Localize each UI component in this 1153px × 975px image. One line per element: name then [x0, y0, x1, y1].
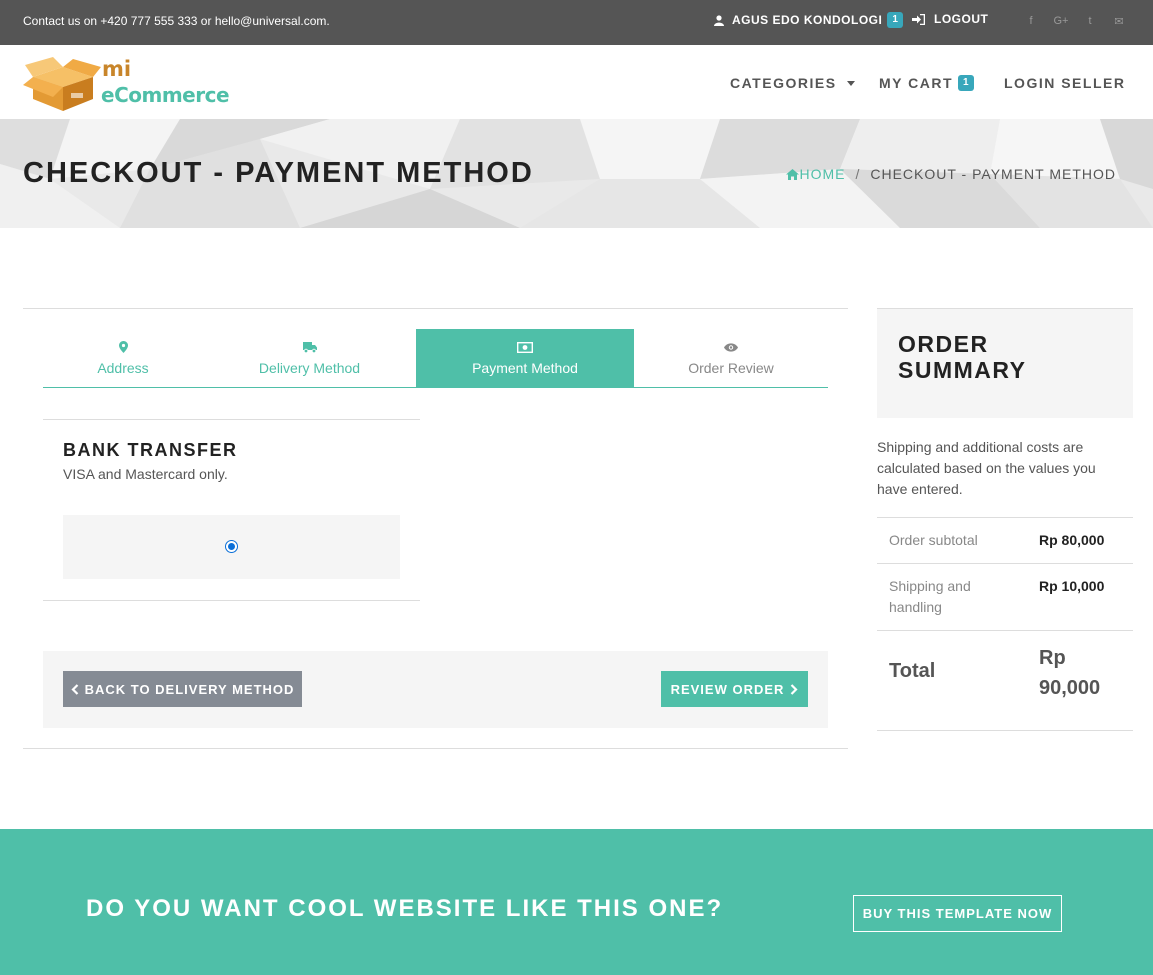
nav-login-seller-label[interactable]: LOGIN SELLER	[1004, 75, 1125, 91]
nav-cart-label[interactable]: MY CART	[879, 75, 953, 91]
summary-total-value: Rp 90,000	[1039, 647, 1101, 699]
envelope-icon[interactable]: ✉	[1113, 15, 1125, 29]
tab-delivery-label[interactable]: Delivery Method	[259, 360, 360, 376]
order-summary-header: ORDER SUMMARY	[877, 308, 1133, 418]
breadcrumb-current: CHECKOUT - PAYMENT METHOD	[870, 166, 1116, 182]
summary-subtotal-label: Order subtotal	[889, 532, 978, 548]
order-summary-table: Order subtotal Rp 80,000 Shipping and ha…	[877, 517, 1133, 731]
twitter-icon-glyph[interactable]: t	[1084, 15, 1096, 29]
logout-label[interactable]: LOGOUT	[934, 12, 988, 26]
nav-categories[interactable]: CATEGORIES	[730, 75, 855, 91]
tab-address-label[interactable]: Address	[97, 360, 148, 376]
site-logo[interactable]: mi eCommerce	[23, 57, 238, 112]
checkout-steps: Address Delivery Method Payment Method O…	[43, 329, 828, 388]
page-heading: CHECKOUT - PAYMENT METHOD HOME / CHECKOU…	[0, 119, 1153, 228]
order-summary-text: Shipping and additional costs are calcul…	[877, 439, 1096, 497]
nav-login-seller[interactable]: LOGIN SELLER	[1004, 75, 1125, 91]
summary-row-subtotal: Order subtotal Rp 80,000	[877, 517, 1133, 563]
logout-link[interactable]: LOGOUT	[912, 12, 988, 26]
summary-row-shipping: Shipping and handling Rp 10,000	[877, 563, 1133, 630]
caret-down-icon	[846, 80, 855, 86]
back-button-label[interactable]: BACK TO DELIVERY METHOD	[85, 682, 295, 697]
money-icon	[517, 340, 533, 354]
user-menu[interactable]: AGUS EDO KONDOLOGI 1	[714, 12, 904, 28]
tab-address[interactable]: Address	[43, 329, 203, 387]
payment-option-title: BANK TRANSFER	[63, 440, 238, 460]
breadcrumb: HOME / CHECKOUT - PAYMENT METHOD	[786, 166, 1116, 182]
envelope-icon-glyph[interactable]: ✉	[1113, 15, 1125, 29]
eye-icon	[724, 340, 738, 354]
logo-text-mi: mi	[102, 57, 132, 81]
summary-row-total: Total Rp 90,000	[877, 630, 1133, 731]
twitter-icon[interactable]: t	[1084, 15, 1096, 29]
home-icon	[786, 168, 800, 180]
back-to-delivery-button[interactable]: BACK TO DELIVERY METHOD	[63, 671, 302, 707]
payment-option-desc: VISA and Mastercard only.	[63, 466, 228, 482]
chevron-left-icon	[71, 683, 78, 695]
facebook-icon[interactable]: f	[1025, 15, 1037, 29]
chevron-right-icon	[791, 683, 798, 695]
payment-radio[interactable]	[225, 540, 238, 553]
review-button-label[interactable]: REVIEW ORDER	[671, 682, 785, 697]
promo-banner: DO YOU WANT COOL WEBSITE LIKE THIS ONE? …	[0, 829, 1153, 975]
user-badge: 1	[887, 12, 904, 28]
user-name[interactable]: AGUS EDO KONDOLOGI	[732, 13, 882, 27]
breadcrumb-home-label[interactable]: HOME	[799, 166, 845, 182]
tab-payment-method[interactable]: Payment Method	[416, 329, 634, 387]
tab-delivery-method[interactable]: Delivery Method	[203, 329, 416, 387]
page-title: CHECKOUT - PAYMENT METHOD	[23, 157, 534, 189]
payment-option-bank-transfer[interactable]: BANK TRANSFER VISA and Mastercard only.	[43, 419, 420, 601]
logo-text-ecommerce: eCommerce	[101, 83, 230, 107]
top-bar: Contact us on +420 777 555 333 or hello@…	[0, 0, 1153, 45]
main-navbar: mi eCommerce CATEGORIES MY CART 1 LOGIN …	[0, 45, 1153, 119]
buy-template-button[interactable]: BUY THIS TEMPLATE NOW	[853, 895, 1062, 932]
box-logo-icon	[23, 57, 101, 111]
user-icon	[714, 14, 724, 26]
google-plus-icon[interactable]: G+	[1053, 15, 1069, 29]
google-plus-icon-glyph[interactable]: G+	[1053, 15, 1069, 29]
truck-icon	[302, 340, 317, 354]
summary-shipping-value: Rp 10,000	[1039, 578, 1105, 594]
checkout-box-footer: BACK TO DELIVERY METHOD REVIEW ORDER	[43, 651, 828, 728]
breadcrumb-home[interactable]: HOME	[786, 166, 845, 182]
summary-total-label: Total	[889, 660, 936, 682]
promo-text: DO YOU WANT COOL WEBSITE LIKE THIS ONE?	[86, 895, 724, 922]
tab-review-label[interactable]: Order Review	[688, 360, 774, 376]
tab-order-review[interactable]: Order Review	[634, 329, 828, 387]
summary-shipping-label: Shipping and handling	[889, 578, 971, 615]
cart-badge: 1	[958, 75, 974, 91]
review-order-button[interactable]: REVIEW ORDER	[661, 671, 808, 707]
contact-info: Contact us on +420 777 555 333 or hello@…	[23, 14, 330, 28]
sign-in-icon	[912, 13, 925, 25]
summary-subtotal-value: Rp 80,000	[1039, 532, 1105, 548]
tab-payment-label[interactable]: Payment Method	[472, 360, 578, 376]
nav-my-cart[interactable]: MY CART 1	[879, 75, 974, 91]
order-summary-title: ORDER SUMMARY	[898, 331, 1027, 383]
payment-radio-area[interactable]	[63, 515, 400, 579]
breadcrumb-separator: /	[855, 166, 861, 182]
checkout-box: Address Delivery Method Payment Method O…	[23, 308, 848, 749]
facebook-icon-glyph[interactable]: f	[1025, 15, 1037, 29]
map-marker-icon	[118, 340, 128, 354]
nav-categories-label[interactable]: CATEGORIES	[730, 75, 837, 91]
